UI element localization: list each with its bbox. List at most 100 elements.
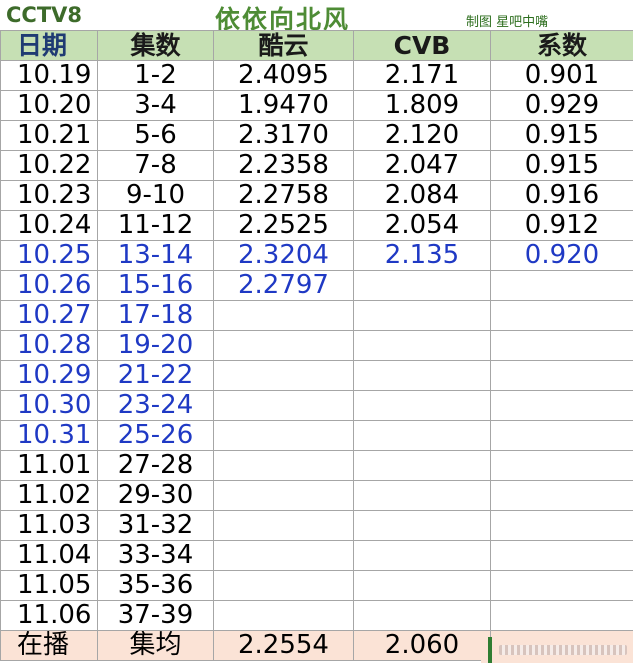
kuyun-cell[interactable]: [213, 390, 354, 421]
ratio-cell[interactable]: 0.929: [490, 90, 633, 121]
column-header-date[interactable]: 日期: [0, 30, 98, 61]
cvb-cell[interactable]: [353, 360, 491, 391]
cvb-cell[interactable]: 2.135: [353, 240, 491, 271]
kuyun-cell[interactable]: [213, 330, 354, 361]
ratio-cell[interactable]: 0.901: [490, 60, 633, 91]
kuyun-cell[interactable]: 2.2525: [213, 210, 354, 241]
episodes-cell[interactable]: 27-28: [97, 450, 214, 481]
average-label-cell[interactable]: 集均: [97, 630, 214, 661]
episodes-cell[interactable]: 21-22: [97, 360, 214, 391]
date-cell[interactable]: 11.01: [0, 450, 98, 481]
ratio-cell[interactable]: [490, 510, 633, 541]
column-header-kuyun[interactable]: 酷云: [213, 30, 354, 61]
ratio-cell[interactable]: 0.915: [490, 120, 633, 151]
episodes-cell[interactable]: 19-20: [97, 330, 214, 361]
kuyun-cell[interactable]: 1.9470: [213, 90, 354, 121]
ratio-cell[interactable]: [490, 450, 633, 481]
cvb-cell[interactable]: [353, 330, 491, 361]
episodes-cell[interactable]: 35-36: [97, 570, 214, 601]
kuyun-cell[interactable]: [213, 540, 354, 571]
ratio-cell[interactable]: [490, 570, 633, 601]
date-cell[interactable]: 10.20: [0, 90, 98, 121]
cvb-cell[interactable]: 2.120: [353, 120, 491, 151]
cvb-cell[interactable]: [353, 270, 491, 301]
date-cell[interactable]: 10.21: [0, 120, 98, 151]
kuyun-cell[interactable]: 2.2797: [213, 270, 354, 301]
kuyun-cell[interactable]: [213, 450, 354, 481]
date-cell[interactable]: 11.03: [0, 510, 98, 541]
date-cell[interactable]: 11.06: [0, 600, 98, 631]
cvb-cell[interactable]: 2.171: [353, 60, 491, 91]
episodes-cell[interactable]: 37-39: [97, 600, 214, 631]
episodes-cell[interactable]: 31-32: [97, 510, 214, 541]
date-cell[interactable]: 11.04: [0, 540, 98, 571]
episodes-cell[interactable]: 7-8: [97, 150, 214, 181]
episodes-cell[interactable]: 15-16: [97, 270, 214, 301]
cvb-cell[interactable]: 1.809: [353, 90, 491, 121]
total-kuyun-cell[interactable]: 2.2554: [213, 630, 354, 661]
episodes-cell[interactable]: 11-12: [97, 210, 214, 241]
date-cell[interactable]: 10.24: [0, 210, 98, 241]
ratio-cell[interactable]: [490, 330, 633, 361]
ratio-cell[interactable]: [490, 270, 633, 301]
ratio-cell[interactable]: [490, 300, 633, 331]
cvb-cell[interactable]: 2.047: [353, 150, 491, 181]
column-header-episodes[interactable]: 集数: [97, 30, 214, 61]
ratio-cell[interactable]: 0.920: [490, 240, 633, 271]
ratio-cell[interactable]: [490, 360, 633, 391]
kuyun-cell[interactable]: 2.3170: [213, 120, 354, 151]
kuyun-cell[interactable]: [213, 600, 354, 631]
date-cell[interactable]: 10.19: [0, 60, 98, 91]
cvb-cell[interactable]: [353, 540, 491, 571]
cvb-cell[interactable]: 2.054: [353, 210, 491, 241]
episodes-cell[interactable]: 17-18: [97, 300, 214, 331]
ratio-cell[interactable]: [490, 390, 633, 421]
cvb-cell[interactable]: [353, 390, 491, 421]
cvb-cell[interactable]: 2.084: [353, 180, 491, 211]
ratio-cell[interactable]: [490, 480, 633, 511]
episodes-cell[interactable]: 1-2: [97, 60, 214, 91]
kuyun-cell[interactable]: 2.2758: [213, 180, 354, 211]
date-cell[interactable]: 10.27: [0, 300, 98, 331]
total-cvb-cell[interactable]: 2.060: [353, 630, 491, 661]
episodes-cell[interactable]: 5-6: [97, 120, 214, 151]
episodes-cell[interactable]: 13-14: [97, 240, 214, 271]
date-cell[interactable]: 10.31: [0, 420, 98, 451]
cvb-cell[interactable]: [353, 300, 491, 331]
episodes-cell[interactable]: 9-10: [97, 180, 214, 211]
date-cell[interactable]: 10.26: [0, 270, 98, 301]
date-cell[interactable]: 11.02: [0, 480, 98, 511]
date-cell[interactable]: 10.22: [0, 150, 98, 181]
kuyun-cell[interactable]: [213, 420, 354, 451]
kuyun-cell[interactable]: 2.3204: [213, 240, 354, 271]
cvb-cell[interactable]: [353, 600, 491, 631]
kuyun-cell[interactable]: [213, 360, 354, 391]
ratio-cell[interactable]: 0.916: [490, 180, 633, 211]
cvb-cell[interactable]: [353, 480, 491, 511]
cvb-cell[interactable]: [353, 420, 491, 451]
ratio-cell[interactable]: [490, 540, 633, 571]
cvb-cell[interactable]: [353, 450, 491, 481]
ratio-cell[interactable]: [490, 420, 633, 451]
cvb-cell[interactable]: [353, 570, 491, 601]
ratio-cell[interactable]: [490, 600, 633, 631]
kuyun-cell[interactable]: 2.2358: [213, 150, 354, 181]
kuyun-cell[interactable]: [213, 480, 354, 511]
ratio-cell[interactable]: 0.915: [490, 150, 633, 181]
kuyun-cell[interactable]: 2.4095: [213, 60, 354, 91]
episodes-cell[interactable]: 33-34: [97, 540, 214, 571]
date-cell[interactable]: 10.28: [0, 330, 98, 361]
episodes-cell[interactable]: 3-4: [97, 90, 214, 121]
date-cell[interactable]: 10.29: [0, 360, 98, 391]
episodes-cell[interactable]: 23-24: [97, 390, 214, 421]
episodes-cell[interactable]: 29-30: [97, 480, 214, 511]
episodes-cell[interactable]: 25-26: [97, 420, 214, 451]
cvb-cell[interactable]: [353, 510, 491, 541]
column-header-ratio[interactable]: 系数: [490, 30, 633, 61]
kuyun-cell[interactable]: [213, 570, 354, 601]
ratio-cell[interactable]: 0.912: [490, 210, 633, 241]
kuyun-cell[interactable]: [213, 300, 354, 331]
column-header-cvb[interactable]: CVB: [353, 30, 491, 61]
total-label-cell[interactable]: 在播: [0, 630, 98, 661]
kuyun-cell[interactable]: [213, 510, 354, 541]
